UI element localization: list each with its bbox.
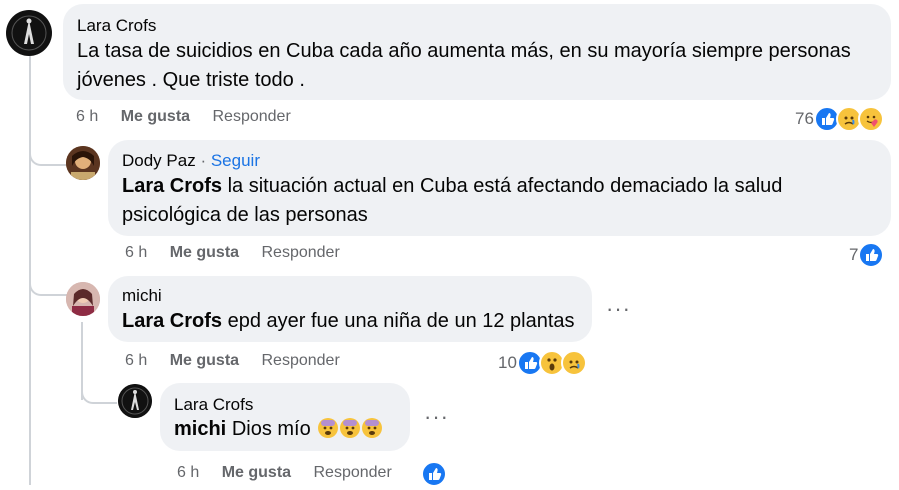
reply-button[interactable]: Responder xyxy=(262,244,340,261)
comment-author[interactable]: michi xyxy=(122,285,578,307)
like-button[interactable]: Me gusta xyxy=(121,108,190,125)
avatar-photo-icon xyxy=(66,146,100,180)
fearful-face-icon xyxy=(340,418,361,438)
comment-text: Lara Crofs epd ayer fue una niña de un 1… xyxy=(122,307,578,336)
avatar[interactable] xyxy=(118,384,152,418)
comment-author[interactable]: Lara Crofs xyxy=(77,15,877,37)
comment-time[interactable]: 6 h xyxy=(76,108,98,125)
comment-bubble: Dody Paz · Seguir Lara Crofs la situació… xyxy=(108,140,891,236)
comment-header: Dody Paz · Seguir xyxy=(122,150,877,172)
comment-author[interactable]: Dody Paz xyxy=(122,151,196,170)
comment-actions: 6 h Me gusta Responder xyxy=(76,108,309,126)
reaction-summary[interactable]: 10 xyxy=(498,350,587,376)
avatar-silhouette-icon xyxy=(7,11,51,55)
comment-time[interactable]: 6 h xyxy=(177,464,199,481)
comment-body: epd ayer fue una niña de un 12 plantas xyxy=(227,310,575,332)
comment-actions: 6 h Me gusta Responder xyxy=(177,464,410,482)
comment-time[interactable]: 6 h xyxy=(125,352,147,369)
like-icon xyxy=(858,242,885,268)
more-options-icon[interactable]: ··· xyxy=(424,404,449,430)
fearful-face-icon xyxy=(362,418,383,438)
comment-text: Lara Crofs la situación actual en Cuba e… xyxy=(122,172,877,201)
reaction-count: 7 xyxy=(849,245,859,264)
separator-dot: · xyxy=(200,151,207,170)
reply-button[interactable]: Responder xyxy=(213,108,291,125)
like-button[interactable]: Me gusta xyxy=(170,244,239,261)
reply-button[interactable]: Responder xyxy=(314,464,392,481)
reaction-summary[interactable] xyxy=(421,461,447,487)
reaction-summary[interactable]: 7 xyxy=(849,242,885,268)
mention-link[interactable]: Lara Crofs xyxy=(122,310,222,332)
reaction-count: 10 xyxy=(498,353,517,372)
like-button[interactable]: Me gusta xyxy=(222,464,291,481)
reaction-count: 76 xyxy=(795,109,814,128)
thread-connector-1 xyxy=(29,150,67,166)
reaction-summary[interactable]: 76 xyxy=(795,106,884,132)
comment-actions: 6 h Me gusta Responder xyxy=(125,352,358,370)
reply-button[interactable]: Responder xyxy=(262,352,340,369)
thread-connector-3 xyxy=(81,388,117,404)
like-button[interactable]: Me gusta xyxy=(170,352,239,369)
avatar[interactable] xyxy=(6,10,52,56)
mention-link[interactable]: Lara Crofs xyxy=(122,175,222,197)
avatar-photo-icon xyxy=(66,282,100,316)
avatar-silhouette-icon xyxy=(118,384,152,418)
comment-bubble: Lara Crofs michi Dios mío xyxy=(160,383,410,451)
comment-body: Dios mío xyxy=(231,418,311,440)
comment-author[interactable]: Lara Crofs xyxy=(174,394,396,416)
comment-bubble: Lara Crofs La tasa de suicidios en Cuba … xyxy=(63,4,891,100)
comment-actions: 6 h Me gusta Responder xyxy=(125,244,358,262)
comment-time[interactable]: 6 h xyxy=(125,244,147,261)
sad-icon xyxy=(560,350,587,376)
comment-bubble: michi Lara Crofs epd ayer fue una niña d… xyxy=(108,276,592,342)
mention-link[interactable]: michi xyxy=(174,418,226,440)
comment-text-line2: psicológica de las personas xyxy=(122,204,368,226)
comment-text: La tasa de suicidios en Cuba cada año au… xyxy=(77,40,851,62)
like-icon xyxy=(421,461,447,487)
care-icon xyxy=(857,106,884,132)
comment-text-line2: jóvenes . Que triste todo . xyxy=(77,69,305,91)
follow-button[interactable]: Seguir xyxy=(211,151,260,170)
avatar[interactable] xyxy=(66,282,100,316)
comment-text: michi Dios mío xyxy=(174,416,396,443)
thread-line-main xyxy=(29,56,31,485)
more-options-icon[interactable]: ··· xyxy=(606,296,631,322)
fearful-face-icon xyxy=(318,418,339,438)
thread-connector-2 xyxy=(29,280,67,296)
comment-body: la situación actual en Cuba está afectan… xyxy=(227,175,783,197)
avatar[interactable] xyxy=(66,146,100,180)
